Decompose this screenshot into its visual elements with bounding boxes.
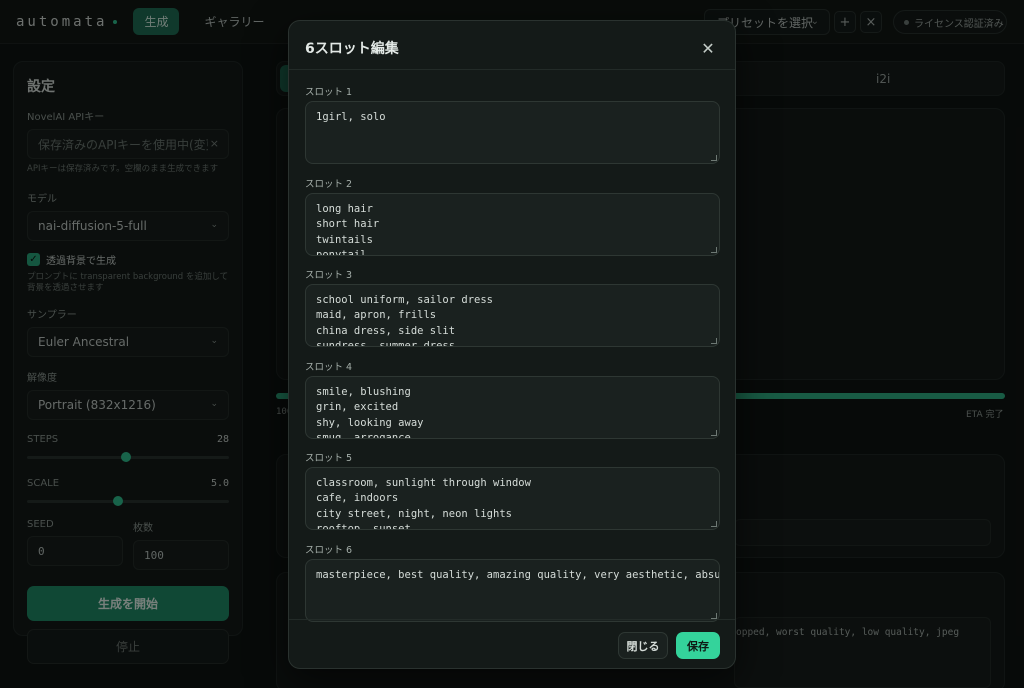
slot-4-value: smile, blushing grin, excited shy, looki… <box>316 386 424 439</box>
slot-edit-dialog: 6スロット編集 ✕ スロット 1 1girl, solo スロット 2 long… <box>288 20 736 669</box>
dialog-header: 6スロット編集 ✕ <box>289 21 735 70</box>
slot-6-textarea[interactable]: masterpiece, best quality, amazing quali… <box>305 559 720 622</box>
slot-5-textarea[interactable]: classroom, sunlight through window cafe,… <box>305 467 720 530</box>
resize-handle-icon[interactable] <box>711 430 717 436</box>
slot-1-label: スロット 1 <box>305 87 353 98</box>
slot-4-label: スロット 4 <box>305 362 353 373</box>
slot-4-textarea[interactable]: smile, blushing grin, excited shy, looki… <box>305 376 720 439</box>
slot-2-label: スロット 2 <box>305 179 353 190</box>
slot-3-textarea[interactable]: school uniform, sailor dress maid, apron… <box>305 284 720 347</box>
slot-1-textarea[interactable]: 1girl, solo <box>305 101 720 164</box>
slot-3-value: school uniform, sailor dress maid, apron… <box>316 294 494 347</box>
slot-2-value: long hair short hair twintails ponytail <box>316 203 380 256</box>
slot-2-textarea[interactable]: long hair short hair twintails ponytail <box>305 193 720 256</box>
resize-handle-icon[interactable] <box>711 247 717 253</box>
slot-6-value: masterpiece, best quality, amazing quali… <box>316 569 720 581</box>
slot-3-label: スロット 3 <box>305 270 353 281</box>
resize-handle-icon[interactable] <box>711 155 717 161</box>
resize-handle-icon[interactable] <box>711 338 717 344</box>
resize-handle-icon[interactable] <box>711 521 717 527</box>
close-button[interactable]: 閉じる <box>618 632 668 659</box>
dialog-footer: 閉じる 保存 <box>289 619 735 669</box>
slot-5-value: classroom, sunlight through window cafe,… <box>316 477 531 530</box>
slot-1-value: 1girl, solo <box>316 111 386 123</box>
save-button[interactable]: 保存 <box>676 632 720 659</box>
slot-5-label: スロット 5 <box>305 453 353 464</box>
close-icon[interactable]: ✕ <box>697 37 719 59</box>
dialog-title: 6スロット編集 <box>305 41 399 57</box>
slot-6-label: スロット 6 <box>305 545 353 556</box>
